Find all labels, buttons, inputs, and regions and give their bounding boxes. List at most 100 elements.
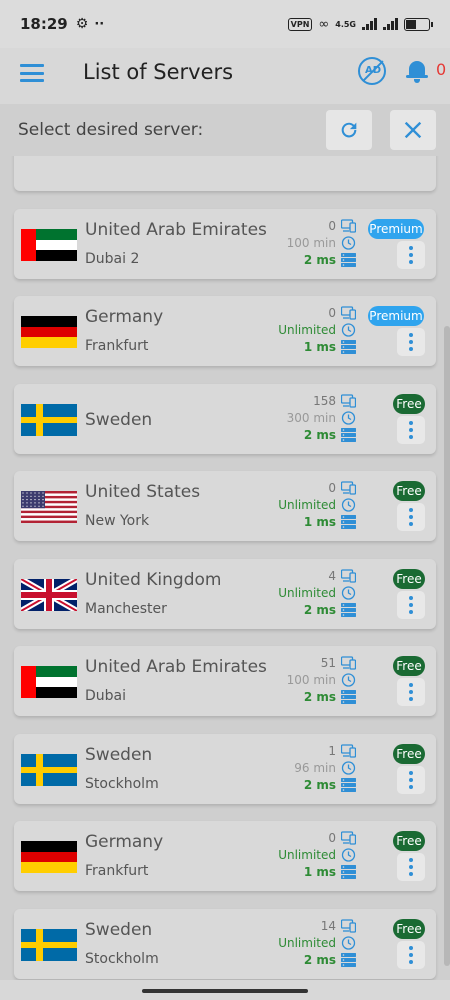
server-country: Germany (85, 832, 164, 852)
server-stats: 0 Unlimited 1 ms (236, 305, 357, 356)
devices-icon (340, 393, 357, 408)
server-stats: 1 96 min 2 ms (236, 743, 357, 794)
server-ping: 1 ms (236, 514, 356, 531)
free-badge: Free (393, 831, 425, 851)
server-card[interactable]: Germany Frankfurt 0 Unlimited 1 ms Premium (14, 296, 436, 366)
devices-icon (340, 568, 357, 583)
server-country: Sweden (85, 409, 153, 430)
server-users: 51 (236, 655, 357, 672)
devices-icon (340, 306, 357, 320)
server-card[interactable]: IsfahanUnlimited2 ms (14, 156, 436, 191)
free-badge: Free (393, 743, 425, 764)
server-time-limit: Unlimited (236, 935, 356, 952)
free-badge: Free (393, 656, 425, 676)
clock-icon (341, 935, 356, 950)
server-stats: 0 100 min 2 ms (236, 218, 357, 269)
no-ads-icon[interactable]: AD (358, 57, 386, 85)
server-card[interactable]: United Arab Emirates Dubai 51 100 min 2 ms Fr… (14, 646, 436, 716)
more-options-button[interactable] (397, 328, 425, 356)
hamburger-menu-icon[interactable] (20, 64, 44, 82)
server-card[interactable]: Sweden 158 300 min 2 ms Free (14, 383, 436, 454)
devices-icon (340, 918, 357, 933)
server-icon (341, 952, 356, 967)
more-notifications-icon: ·· (94, 16, 105, 32)
server-ping: 2 ms (236, 952, 356, 969)
server-country: Germany (85, 307, 164, 327)
server-stats: 14 Unlimited 2 ms (236, 918, 357, 969)
link-icon: ∞ (318, 16, 330, 32)
bell-icon[interactable] (406, 58, 428, 84)
server-city: Frankfurt (85, 338, 149, 354)
clock-icon (341, 498, 356, 512)
server-users: 1 (236, 743, 357, 760)
scrollbar[interactable] (444, 326, 450, 966)
devices-icon (340, 743, 357, 758)
notification-count: 0 (436, 60, 447, 79)
server-users: 158 (236, 393, 357, 410)
server-time-limit: Unlimited (236, 585, 356, 602)
home-gesture-bar[interactable] (142, 989, 308, 993)
server-country: United Kingdom (85, 569, 222, 590)
close-icon (404, 121, 422, 139)
server-time-limit: 100 min (236, 235, 356, 252)
clock-icon (341, 760, 356, 775)
server-city: Dubai 2 (85, 250, 140, 267)
flag-sweden-icon (21, 403, 77, 436)
server-ping: 2 ms (236, 427, 356, 444)
flag-uae-icon (21, 666, 77, 698)
more-options-button[interactable] (397, 678, 425, 706)
server-time-limit: Unlimited (236, 322, 356, 339)
server-users: 0 (236, 480, 357, 497)
vpn-status-badge: VPN (287, 17, 313, 31)
server-country: Sweden (85, 919, 153, 940)
signal-icon (362, 18, 377, 30)
server-time-limit: 96 min (236, 760, 356, 777)
server-stats: 0 Unlimited 1 ms (236, 830, 357, 881)
flag-germany-icon (21, 841, 77, 873)
free-badge: Free (393, 481, 425, 501)
more-options-button[interactable] (397, 503, 425, 531)
more-options-button[interactable] (397, 853, 425, 881)
server-time-limit: 100 min (236, 672, 356, 689)
server-city: Manchester (85, 600, 167, 617)
server-card[interactable]: United Arab Emirates Dubai 2 0 100 min 2 ms P… (14, 208, 436, 279)
select-server-label: Select desired server: (18, 120, 204, 140)
server-users: 14 (236, 918, 357, 935)
server-city: Stockholm (85, 950, 159, 967)
server-card[interactable]: Sweden Stockholm 14 Unlimited 2 ms Free (14, 908, 436, 979)
server-card[interactable]: United States New York 0 Unlimited 1 ms Free (14, 471, 436, 541)
server-time-limit: 300 min (236, 410, 356, 427)
server-city: Frankfurt (85, 863, 149, 879)
server-stats: Unlimited2 ms (236, 156, 356, 157)
server-city: Dubai (85, 688, 127, 704)
flag-germany-icon (21, 316, 77, 348)
refresh-button[interactable] (326, 110, 372, 150)
server-card[interactable]: Sweden Stockholm 1 96 min 2 ms Free (14, 733, 436, 804)
server-icon (341, 427, 356, 442)
server-users: 0 (236, 218, 357, 235)
server-users: 0 (236, 830, 357, 847)
devices-icon (340, 481, 357, 495)
gear-icon: ⚙ (75, 16, 89, 32)
devices-icon (340, 831, 357, 845)
more-options-button[interactable] (397, 240, 425, 269)
server-card[interactable]: Germany Frankfurt 0 Unlimited 1 ms Free (14, 821, 436, 891)
more-options-button[interactable] (397, 415, 425, 444)
server-stats: 0 Unlimited 1 ms (236, 480, 357, 531)
app-bar: List of Servers AD 0 (0, 48, 450, 104)
server-list[interactable]: IsfahanUnlimited2 msUnited Arab Emirates… (0, 156, 450, 980)
devices-icon (340, 218, 357, 233)
clock-icon (341, 848, 356, 862)
server-icon (341, 602, 356, 617)
server-card[interactable]: United Kingdom Manchester 4 Unlimited 2 ms Fr… (14, 558, 436, 629)
more-options-button[interactable] (397, 940, 425, 969)
flag-uk-icon (21, 578, 77, 611)
more-options-button[interactable] (397, 765, 425, 794)
more-options-button[interactable] (397, 590, 425, 619)
status-bar: 18:29 ⚙ ·· VPN ∞ 4.5G (0, 0, 450, 48)
battery-icon (404, 17, 433, 31)
close-button[interactable] (390, 110, 436, 150)
server-ping: 1 ms (236, 339, 356, 356)
refresh-icon (341, 122, 357, 138)
devices-icon (340, 656, 357, 670)
